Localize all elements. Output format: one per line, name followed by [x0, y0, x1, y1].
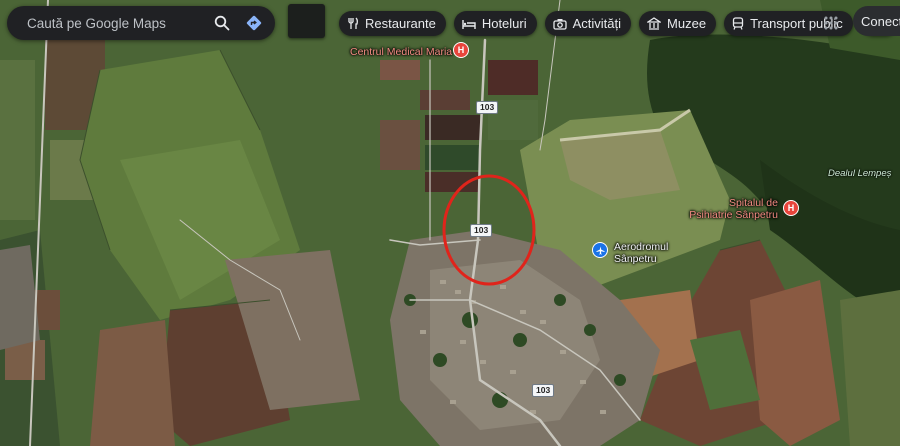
apps-grid-icon[interactable]: [820, 12, 842, 34]
signin-label: Conectați-vă: [861, 13, 900, 29]
bed-icon: [462, 19, 476, 29]
train-icon: [732, 17, 744, 30]
chip-restaurants[interactable]: Restaurante: [339, 11, 446, 36]
search-icon[interactable]: [209, 10, 235, 36]
layer-thumbnail[interactable]: [288, 4, 325, 38]
airport-pin-icon[interactable]: [592, 242, 608, 258]
chip-label: Hoteluri: [481, 16, 527, 31]
poi-label-airfield[interactable]: Aerodromul: [614, 241, 668, 253]
natural-feature-label: Dealul Lempeș: [828, 168, 892, 179]
poi-label-hospital-line2[interactable]: Psihiatrie Sânpetru: [678, 209, 778, 221]
chip-label: Restaurante: [365, 16, 436, 31]
pin-letter: H: [787, 203, 795, 213]
road-shield: 103: [532, 384, 555, 397]
poi-label-airfield-line2[interactable]: Sânpetru: [614, 253, 657, 265]
chip-hotels[interactable]: Hoteluri: [453, 11, 537, 36]
chip-label: Activități: [572, 16, 622, 31]
chip-museums[interactable]: Muzee: [639, 11, 717, 36]
chip-activities[interactable]: Activități: [544, 11, 632, 36]
search-input[interactable]: [25, 14, 203, 32]
chip-label: Muzee: [667, 16, 707, 31]
road-shield: 103: [476, 101, 499, 114]
search-bar[interactable]: [7, 6, 275, 40]
fork-knife-icon: [348, 17, 358, 29]
camera-icon: [552, 18, 567, 30]
signin-button[interactable]: Conectați-vă: [853, 6, 900, 36]
hospital-pin-icon[interactable]: H: [453, 42, 469, 58]
directions-icon[interactable]: [241, 10, 267, 36]
category-chips: Restaurante Hoteluri Activități Muzee Tr…: [339, 11, 898, 36]
museum-icon: [647, 17, 662, 30]
poi-label-medical-center[interactable]: Centrul Medical Maria: [350, 46, 452, 58]
hospital-pin-icon[interactable]: H: [783, 200, 799, 216]
annotation-circle: [442, 174, 536, 286]
poi-label-hospital[interactable]: Spitalul de: [728, 197, 778, 209]
pin-letter: H: [457, 45, 465, 55]
